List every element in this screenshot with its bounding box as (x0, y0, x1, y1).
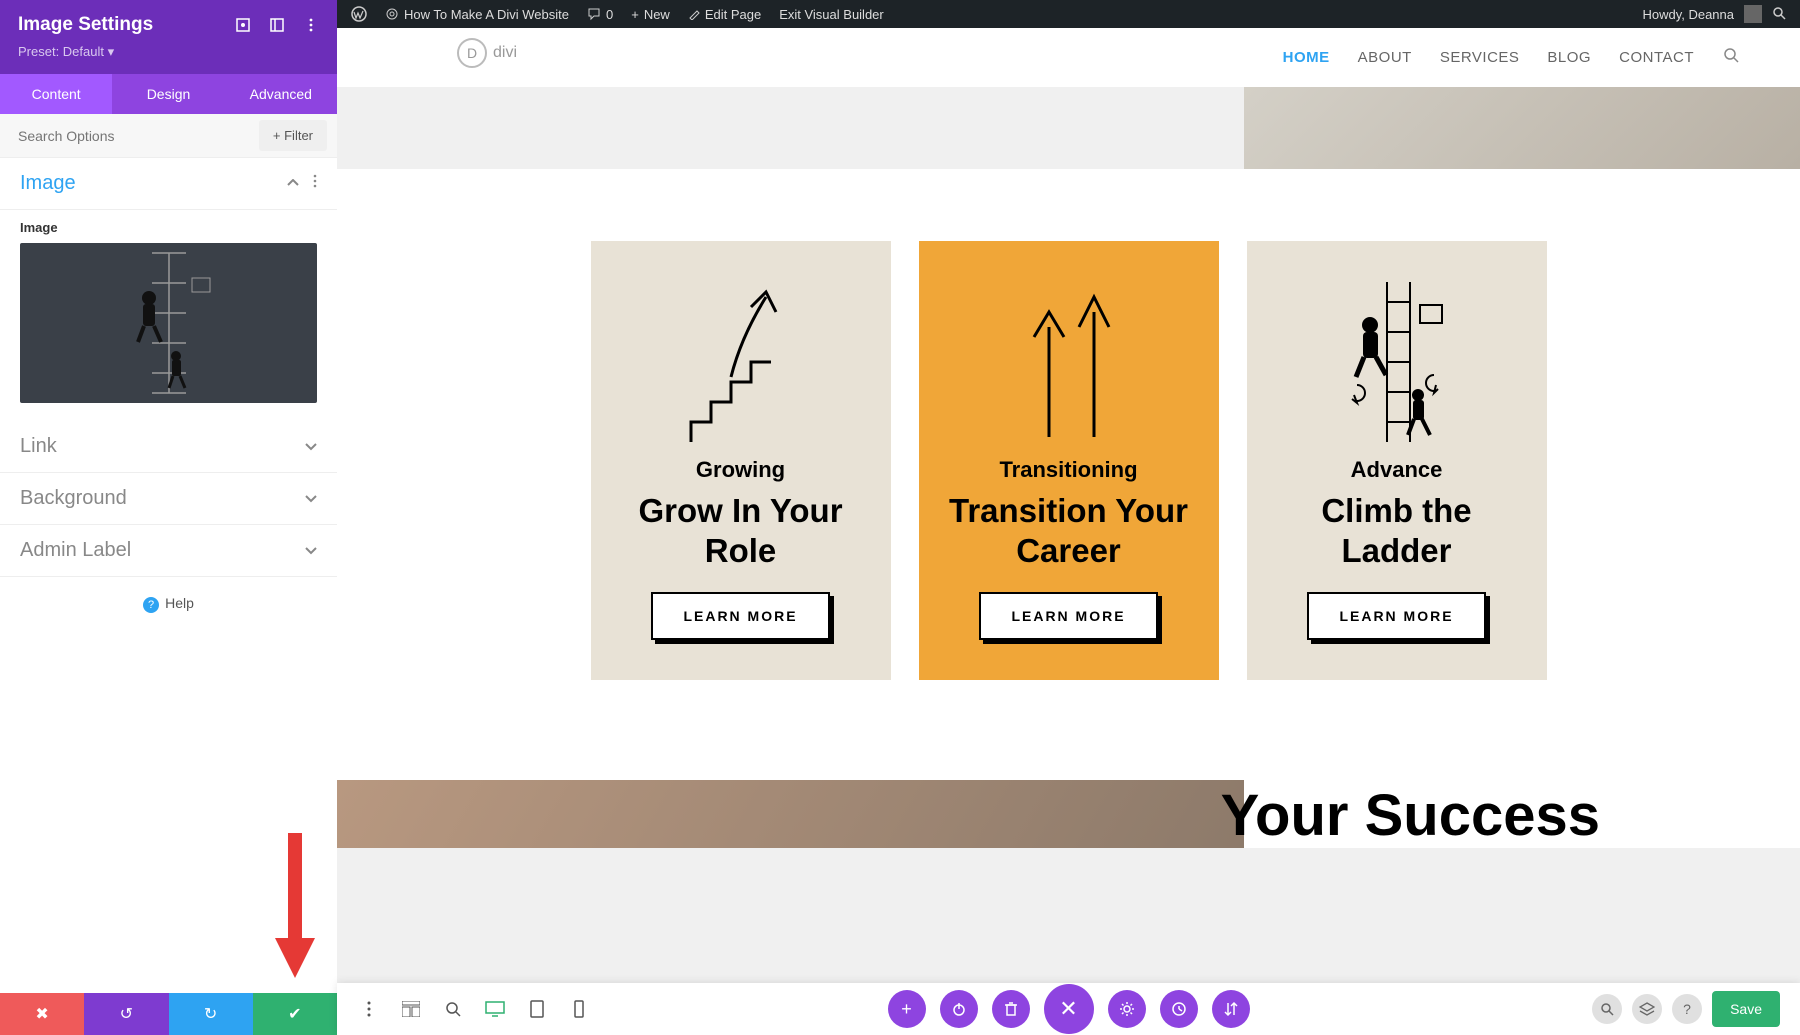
tab-content[interactable]: Content (0, 74, 112, 114)
image-section-body: Image (0, 210, 337, 421)
add-button[interactable]: + (888, 990, 926, 1028)
edit-page-link[interactable]: Edit Page (688, 7, 761, 22)
undo-button[interactable]: ↺ (84, 993, 168, 1035)
site-header: Ddivi HOME ABOUT SERVICES BLOG CONTACT (337, 28, 1800, 87)
tab-advanced[interactable]: Advanced (225, 74, 337, 114)
ladder-climb-icon (1342, 277, 1452, 447)
confirm-button[interactable]: ✔ (253, 993, 337, 1035)
nav-about[interactable]: ABOUT (1358, 49, 1412, 66)
sidebar-header: Image Settings (0, 0, 337, 44)
accordion-background[interactable]: Background (0, 473, 337, 525)
menu-icon[interactable] (357, 997, 381, 1021)
cancel-button[interactable]: ✖ (0, 993, 84, 1035)
accordion-image[interactable]: Image (0, 158, 337, 210)
accordion-link-title: Link (20, 435, 57, 458)
help-icon: ? (143, 597, 159, 613)
redo-button[interactable]: ↻ (169, 993, 253, 1035)
site-logo[interactable]: Ddivi (457, 38, 517, 68)
settings-tabs: Content Design Advanced (0, 74, 337, 114)
card-growing: Growing Grow In Your Role LEARN MORE (591, 241, 891, 680)
search-button[interactable] (1592, 994, 1622, 1024)
zoom-icon[interactable] (441, 997, 465, 1021)
image-field-label: Image (20, 220, 317, 235)
nav-services[interactable]: SERVICES (1440, 49, 1520, 66)
learn-more-button[interactable]: LEARN MORE (979, 592, 1157, 640)
responsive-icon[interactable] (235, 17, 251, 33)
chevron-down-icon (305, 542, 317, 560)
tab-design[interactable]: Design (112, 74, 224, 114)
success-heading: Your Success (1221, 782, 1600, 848)
accordion-admin-label-title: Admin Label (20, 539, 131, 562)
help-button[interactable]: ? (1672, 994, 1702, 1024)
hero-strip (337, 87, 1800, 169)
search-icon[interactable] (1772, 6, 1786, 23)
card-headline: Transition Your Career (939, 491, 1199, 570)
nav-search-icon[interactable] (1722, 46, 1740, 69)
wireframe-icon[interactable] (399, 997, 423, 1021)
wp-logo-icon[interactable] (351, 6, 367, 22)
card-advance: Advance Climb the Ladder LEARN MORE (1247, 241, 1547, 680)
avatar[interactable] (1744, 5, 1762, 23)
desktop-view-icon[interactable] (483, 997, 507, 1021)
more-icon[interactable] (303, 17, 319, 33)
card-eyebrow: Transitioning (999, 457, 1137, 483)
new-link[interactable]: + New (631, 7, 670, 22)
search-row: + Filter (0, 114, 337, 158)
sort-button[interactable] (1212, 990, 1250, 1028)
card-eyebrow: Growing (696, 457, 785, 483)
search-input[interactable] (0, 116, 259, 156)
exit-vb-link[interactable]: Exit Visual Builder (779, 7, 884, 22)
preset-selector[interactable]: Preset: Default ▾ (0, 44, 337, 74)
card-transitioning: Transitioning Transition Your Career LEA… (919, 241, 1219, 680)
accordion-admin-label[interactable]: Admin Label (0, 525, 337, 577)
dock-icon[interactable] (269, 17, 285, 33)
nav-contact[interactable]: CONTACT (1619, 49, 1694, 66)
help-link[interactable]: ? Help (0, 577, 337, 631)
site-name[interactable]: How To Make A Divi Website (385, 7, 569, 22)
accordion-link[interactable]: Link (0, 421, 337, 473)
card-headline: Climb the Ladder (1267, 491, 1527, 570)
cards-row: Growing Grow In Your Role LEARN MORE Tra… (337, 169, 1800, 780)
tablet-view-icon[interactable] (525, 997, 549, 1021)
accordion-background-title: Background (20, 487, 127, 510)
phone-view-icon[interactable] (567, 997, 591, 1021)
nav-home[interactable]: HOME (1283, 49, 1330, 66)
chevron-down-icon (305, 438, 317, 456)
help-label: Help (165, 595, 194, 611)
learn-more-button[interactable]: LEARN MORE (651, 592, 829, 640)
howdy-user[interactable]: Howdy, Deanna (1642, 7, 1734, 22)
history-button[interactable] (1160, 990, 1198, 1028)
chevron-up-icon (287, 174, 299, 193)
card-headline: Grow In Your Role (611, 491, 871, 570)
filter-button[interactable]: + Filter (259, 120, 327, 151)
more-icon[interactable] (313, 174, 317, 193)
sidebar-title: Image Settings (18, 14, 153, 36)
save-button[interactable]: Save (1712, 991, 1780, 1027)
double-arrows-icon (1004, 277, 1134, 447)
wp-admin-bar: How To Make A Divi Website 0 + New Edit … (337, 0, 1800, 28)
settings-button[interactable] (1108, 990, 1146, 1028)
builder-toolbar: + ✕ ? Save (337, 983, 1800, 1035)
sidebar-footer: ✖ ↺ ↻ ✔ (0, 993, 337, 1035)
image-preview[interactable] (20, 243, 317, 403)
power-button[interactable] (940, 990, 978, 1028)
annotation-arrow (270, 833, 320, 983)
comments-link[interactable]: 0 (587, 7, 613, 22)
close-builder-button[interactable]: ✕ (1044, 984, 1094, 1034)
learn-more-button[interactable]: LEARN MORE (1307, 592, 1485, 640)
chevron-down-icon (305, 490, 317, 508)
main-canvas: How To Make A Divi Website 0 + New Edit … (337, 0, 1800, 1035)
settings-sidebar: Image Settings Preset: Default ▾ Content… (0, 0, 337, 1035)
card-eyebrow: Advance (1351, 457, 1443, 483)
layers-button[interactable] (1632, 994, 1662, 1024)
stairs-arrow-icon (681, 277, 801, 447)
trash-button[interactable] (992, 990, 1030, 1028)
nav-blog[interactable]: BLOG (1547, 49, 1591, 66)
accordion-image-title: Image (20, 172, 76, 195)
main-nav: HOME ABOUT SERVICES BLOG CONTACT (1283, 46, 1740, 69)
footer-strip: Your Success (337, 780, 1800, 848)
